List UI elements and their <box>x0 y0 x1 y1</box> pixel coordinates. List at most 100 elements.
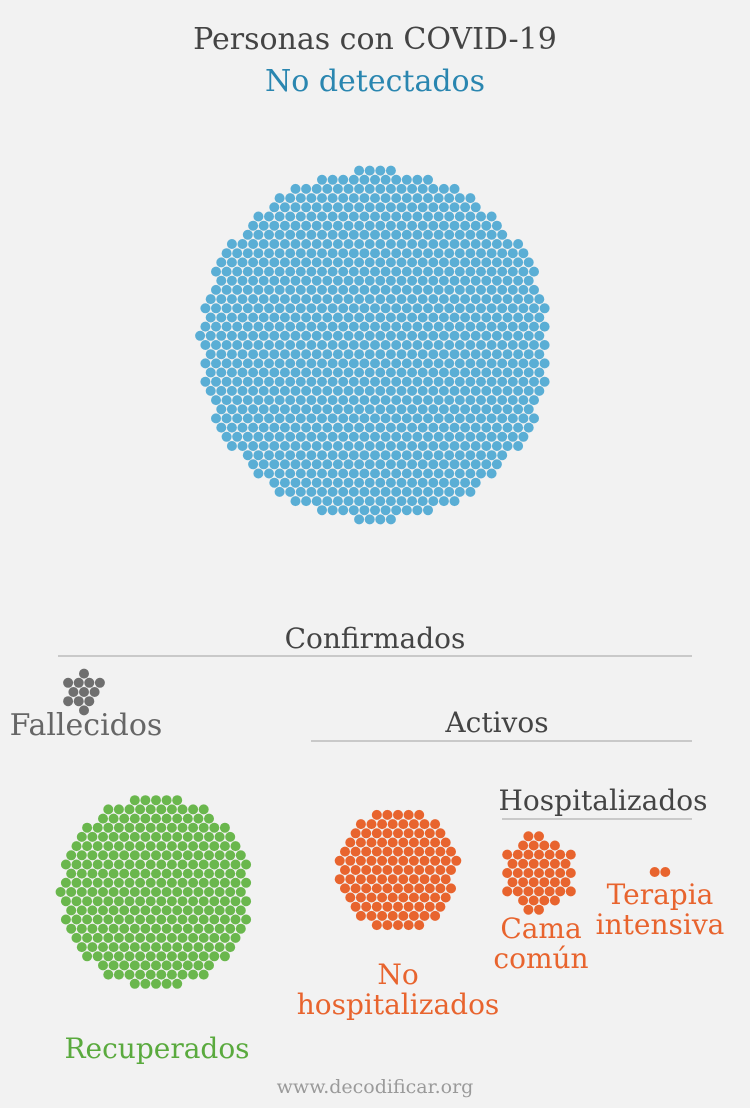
recuperados-dot <box>161 942 172 953</box>
no-detectados-dot <box>438 349 449 360</box>
fallecidos-dot <box>63 677 74 688</box>
no-detectados-dot <box>433 284 444 295</box>
no-hospitalizados-dot <box>414 920 425 931</box>
no-detectados-dot <box>444 321 455 332</box>
no-detectados-dot <box>433 358 444 369</box>
recuperados-dot <box>135 859 146 870</box>
no-detectados-dot <box>301 422 312 433</box>
no-detectados-dot <box>391 211 402 222</box>
no-detectados-dot <box>391 431 402 442</box>
recuperados-dot <box>230 859 241 870</box>
no-detectados-dot <box>438 496 449 507</box>
no-detectados-dot <box>338 174 349 185</box>
no-detectados-dot <box>385 367 396 378</box>
no-detectados-dot <box>417 257 428 268</box>
no-detectados-dot <box>306 340 317 350</box>
no-detectados-dot <box>449 220 460 231</box>
recuperados-dot <box>92 951 103 962</box>
no-detectados-dot <box>370 450 380 461</box>
no-detectados-dot <box>317 211 327 222</box>
no-hospitalizados-dot <box>403 865 414 875</box>
no-detectados-dot <box>311 367 322 378</box>
no-detectados-dot <box>290 441 301 451</box>
no-detectados-dot <box>242 229 253 240</box>
no-detectados-dot <box>248 459 259 470</box>
no-detectados-dot <box>226 312 237 323</box>
no-detectados-dot <box>301 477 312 488</box>
no-detectados-dot <box>370 193 380 204</box>
recuperados-dot <box>204 923 214 934</box>
recuperados-dot <box>135 932 146 943</box>
no-detectados-dot <box>317 450 327 461</box>
cama-comun-dot <box>518 858 529 869</box>
recuperados-dot <box>209 859 220 870</box>
no-detectados-dot <box>364 294 375 305</box>
no-detectados-dot <box>518 284 529 295</box>
no-detectados-dot <box>332 422 343 433</box>
no-detectados-dot <box>216 294 227 305</box>
no-detectados-dot <box>391 266 402 277</box>
no-detectados-dot <box>396 294 407 305</box>
no-detectados-dot <box>269 312 280 323</box>
recuperados-dot <box>225 887 236 897</box>
no-detectados-dot <box>295 193 306 204</box>
recuperados-dot <box>98 887 108 897</box>
no-detectados-dot <box>248 275 259 286</box>
no-detectados-dot <box>491 349 502 360</box>
no-detectados-dot <box>364 183 375 194</box>
recuperados-dot <box>145 877 156 888</box>
no-detectados-dot <box>380 431 391 442</box>
no-detectados-dot <box>385 239 396 249</box>
no-detectados-dot <box>385 257 396 268</box>
no-hospitalizados-dot <box>414 865 425 875</box>
fallecidos-dot <box>89 687 100 697</box>
no-hospitalizados-dot <box>345 892 356 903</box>
no-detectados-dot <box>248 422 259 433</box>
no-detectados-dot <box>343 385 354 396</box>
no-detectados-dot <box>359 486 370 497</box>
no-detectados-dot <box>433 193 444 204</box>
no-detectados-dot <box>216 275 227 286</box>
no-hospitalizados-dot <box>403 846 414 857</box>
no-detectados-dot <box>481 275 492 286</box>
no-detectados-dot <box>470 312 481 323</box>
no-detectados-dot <box>438 385 449 396</box>
no-hospitalizados-dot <box>440 837 451 848</box>
recuperados-dot <box>204 850 214 861</box>
no-detectados-dot <box>348 321 359 332</box>
recuperados-dot <box>108 868 119 879</box>
no-hospitalizados-dot <box>355 874 366 885</box>
fallecidos-dot <box>79 687 89 697</box>
recuperados-dot <box>219 914 230 925</box>
no-detectados-dot <box>412 505 423 516</box>
no-detectados-dot <box>497 431 508 442</box>
no-detectados-dot <box>433 431 444 442</box>
no-detectados-dot <box>253 376 264 387</box>
no-detectados-dot <box>317 413 327 424</box>
no-detectados-dot <box>412 340 423 350</box>
recuperados-dot <box>71 914 82 925</box>
no-detectados-dot <box>279 312 290 323</box>
no-detectados-dot <box>248 330 259 341</box>
no-detectados-dot <box>221 303 232 314</box>
no-detectados-dot <box>444 468 455 479</box>
no-detectados-dot <box>476 413 486 424</box>
no-detectados-dot <box>290 385 301 396</box>
no-detectados-dot <box>237 404 248 415</box>
no-hospitalizados-dot <box>424 901 435 912</box>
no-hospitalizados-dots <box>334 809 462 931</box>
no-detectados-dot <box>491 459 502 470</box>
no-detectados-dot <box>438 294 449 305</box>
no-detectados-dot <box>486 321 497 332</box>
no-detectados-dot <box>226 330 237 341</box>
no-hospitalizados-dot <box>403 901 414 912</box>
recuperados-dot <box>66 905 77 916</box>
no-detectados-dot <box>385 330 396 341</box>
recuperados-dot <box>177 859 188 870</box>
no-detectados-dot <box>454 413 465 424</box>
recuperados-dot <box>140 868 151 879</box>
no-detectados-dot <box>370 303 380 314</box>
recuperados-dot <box>66 923 77 934</box>
no-detectados-dot <box>433 211 444 222</box>
no-detectados-dot <box>502 330 513 341</box>
